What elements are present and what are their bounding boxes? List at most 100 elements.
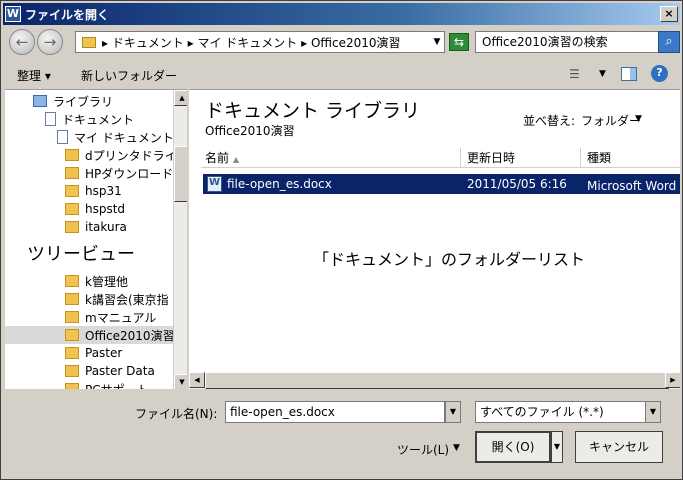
- scroll-right-icon[interactable]: ▶: [665, 372, 680, 388]
- scroll-down-icon[interactable]: ▼: [174, 374, 187, 389]
- tools-button[interactable]: ツール(L): [397, 441, 449, 458]
- file-row-selected[interactable]: file-open_es.docx 2011/05/05 6:16 Micros…: [203, 174, 680, 194]
- tree-item-folder[interactable]: itakura: [65, 218, 127, 236]
- tree-item-label: ライブラリ: [53, 94, 114, 109]
- folder-icon: [65, 275, 79, 287]
- address-row: ← → ▸ ドキュメント ▸ マイ ドキュメント ▸ Office2010演習 …: [3, 27, 680, 57]
- tree-item-label: dプリンタドライバ: [85, 148, 187, 163]
- scroll-thumb[interactable]: [174, 146, 187, 202]
- tree-item-folder[interactable]: hspstd: [65, 200, 125, 218]
- column-header-date[interactable]: 更新日時: [463, 148, 581, 168]
- new-folder-button[interactable]: 新しいフォルダー: [81, 67, 177, 84]
- tree-item-label: hsp31: [85, 184, 122, 198]
- sort-arrow-icon: ▲: [233, 155, 240, 164]
- tree-item-label: Office2010演習: [85, 328, 175, 343]
- column-header-type[interactable]: 種類: [583, 148, 680, 168]
- tree-item-folder[interactable]: k講習会(東京指: [65, 290, 169, 308]
- filename-label: ファイル名(N):: [135, 407, 218, 421]
- search-input[interactable]: Office2010演習の検索: [475, 31, 659, 53]
- chevron-down-icon[interactable]: ▼: [453, 443, 460, 453]
- tree-item-folder[interactable]: HPダウンロード: [65, 164, 173, 182]
- library-subtitle: Office2010演習: [205, 124, 295, 138]
- scroll-up-icon[interactable]: ▲: [174, 90, 187, 106]
- refresh-button[interactable]: ⇆: [449, 33, 469, 51]
- toolbar: 整理 ▾ 新しいフォルダー ☰ ▼ ?: [3, 59, 680, 89]
- back-button[interactable]: ←: [9, 29, 35, 55]
- arrange-dropdown[interactable]: フォルダー: [581, 112, 641, 129]
- cancel-button[interactable]: キャンセル: [575, 431, 663, 463]
- tree-view-caption: ツリービュー: [27, 244, 135, 265]
- tree-item-folder[interactable]: k管理他: [65, 272, 128, 290]
- scroll-thumb[interactable]: [205, 372, 669, 389]
- column-headers: 名前 ▲ 更新日時 種類: [201, 148, 680, 168]
- folder-icon: [65, 347, 79, 359]
- column-header-name[interactable]: 名前 ▲: [201, 148, 461, 168]
- document-icon: [57, 130, 68, 144]
- window-title: ファイルを開く: [25, 7, 110, 22]
- folder-icon: [65, 221, 79, 233]
- tree-item-label: k管理他: [85, 274, 128, 289]
- search-icon[interactable]: ⌕: [658, 31, 680, 53]
- tree-item-my-documents[interactable]: マイ ドキュメント: [57, 128, 174, 146]
- tree-item-library[interactable]: ライブラリ: [33, 92, 113, 110]
- document-icon: [45, 112, 56, 126]
- view-icon[interactable]: ☰: [569, 67, 580, 81]
- folder-icon: [65, 185, 79, 197]
- file-open-dialog: W ファイルを開く × ← → ▸ ドキュメント ▸ マイ ドキュメント ▸ O…: [0, 0, 683, 480]
- chevron-down-icon[interactable]: ▼: [599, 69, 606, 79]
- tree-item-selected[interactable]: Office2010演習: [5, 326, 175, 344]
- tree-item-folder[interactable]: PCサポート: [65, 380, 149, 389]
- tree-item-label: PCサポート: [85, 381, 149, 390]
- filetype-select[interactable]: すべてのファイル (*.*): [475, 401, 647, 423]
- library-icon: [33, 95, 47, 107]
- tree-item-folder[interactable]: dプリンタドライバ: [65, 146, 187, 164]
- tree-item-folder[interactable]: Paster Data: [65, 362, 155, 380]
- tree-item-label: ドキュメント: [62, 112, 135, 127]
- tree-item-folder[interactable]: mマニュアル: [65, 308, 156, 326]
- address-bar[interactable]: ▸ ドキュメント ▸ マイ ドキュメント ▸ Office2010演習 ▼: [75, 31, 445, 53]
- tree-item-label: マイ ドキュメント: [74, 130, 174, 145]
- dialog-footer: ファイル名(N): file-open_es.docx ▼ すべてのファイル (…: [3, 391, 680, 477]
- breadcrumb[interactable]: ▸ ドキュメント ▸ マイ ドキュメント ▸ Office2010演習: [102, 34, 430, 51]
- tree-item-label: HPダウンロード: [85, 166, 174, 181]
- filename-input[interactable]: file-open_es.docx: [225, 401, 445, 423]
- preview-pane-icon[interactable]: [621, 67, 637, 81]
- arrange-label: 並べ替え:: [523, 114, 576, 128]
- folder-icon: [65, 311, 79, 323]
- folder-icon: [65, 293, 79, 305]
- tree-item-documents[interactable]: ドキュメント: [45, 110, 134, 128]
- tree-item-label: k講習会(東京指: [85, 292, 169, 307]
- tree-item-label: mマニュアル: [85, 310, 157, 325]
- tree-item-label: Paster: [85, 346, 123, 360]
- file-type: Microsoft Word 文: [587, 179, 680, 193]
- chevron-down-icon[interactable]: ▼: [635, 114, 642, 124]
- forward-button[interactable]: →: [37, 29, 63, 55]
- tree-item-folder[interactable]: hsp31: [65, 182, 122, 200]
- tree-item-folder[interactable]: Paster: [65, 344, 122, 362]
- scroll-left-icon[interactable]: ◀: [189, 372, 205, 388]
- file-date: 2011/05/05 6:16: [467, 177, 567, 191]
- chevron-down-icon[interactable]: ▼: [445, 401, 461, 423]
- folder-icon: [82, 36, 96, 48]
- navigation-pane: ライブラリ ドキュメント マイ ドキュメント dプリンタドライバ HPダウンロー…: [5, 89, 187, 389]
- word-document-icon: [207, 176, 222, 192]
- folder-list-caption: 「ドキュメント」のフォルダーリスト: [313, 250, 586, 269]
- chevron-down-icon[interactable]: ▼: [645, 401, 661, 423]
- tree-item-label: itakura: [85, 220, 127, 234]
- folder-icon: [65, 365, 79, 377]
- open-button[interactable]: 開く(O): [475, 431, 551, 463]
- open-dropdown-icon[interactable]: ▼: [551, 431, 563, 463]
- folder-icon: [65, 167, 79, 179]
- folder-icon: [65, 329, 79, 341]
- help-icon[interactable]: ?: [651, 65, 668, 82]
- horizontal-scrollbar[interactable]: ◀ ▶: [189, 372, 680, 389]
- file-name: file-open_es.docx: [227, 177, 332, 191]
- organize-button[interactable]: 整理 ▾: [17, 67, 51, 84]
- chevron-down-icon[interactable]: ▼: [430, 37, 444, 47]
- folder-icon: [65, 383, 79, 389]
- tree-item-label: hspstd: [85, 202, 126, 216]
- title-bar: W ファイルを開く ×: [3, 3, 680, 25]
- close-button[interactable]: ×: [660, 6, 678, 22]
- vertical-scrollbar[interactable]: ▲ ▼: [173, 90, 187, 389]
- library-title: ドキュメント ライブラリ: [205, 100, 421, 122]
